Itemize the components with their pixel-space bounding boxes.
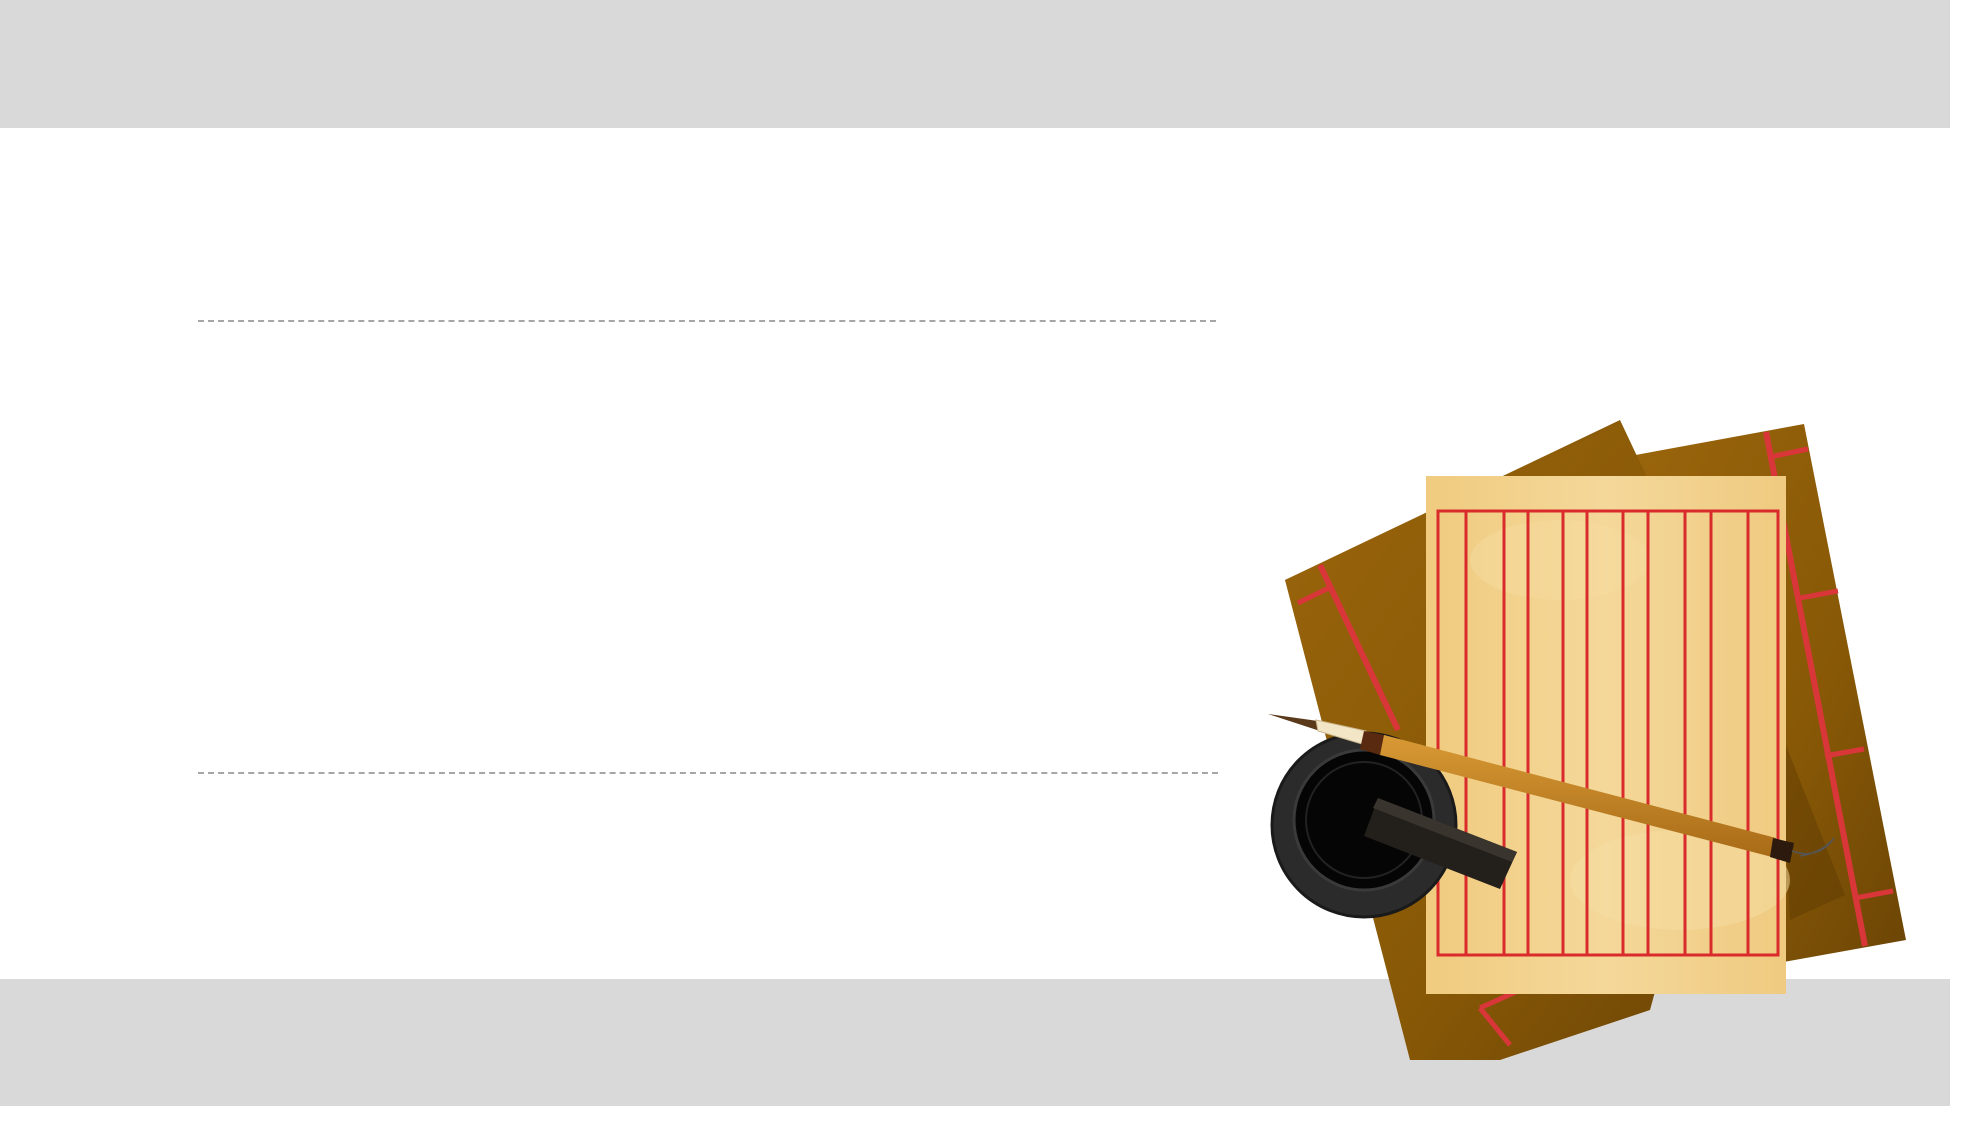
calligraphy-illustration bbox=[1268, 420, 1906, 1060]
slide-canvas bbox=[0, 0, 1950, 1106]
manuscript-paper-icon bbox=[1426, 476, 1790, 994]
top-band bbox=[0, 0, 1950, 128]
top-dashed-divider bbox=[198, 320, 1216, 322]
bottom-dashed-divider bbox=[198, 772, 1218, 774]
